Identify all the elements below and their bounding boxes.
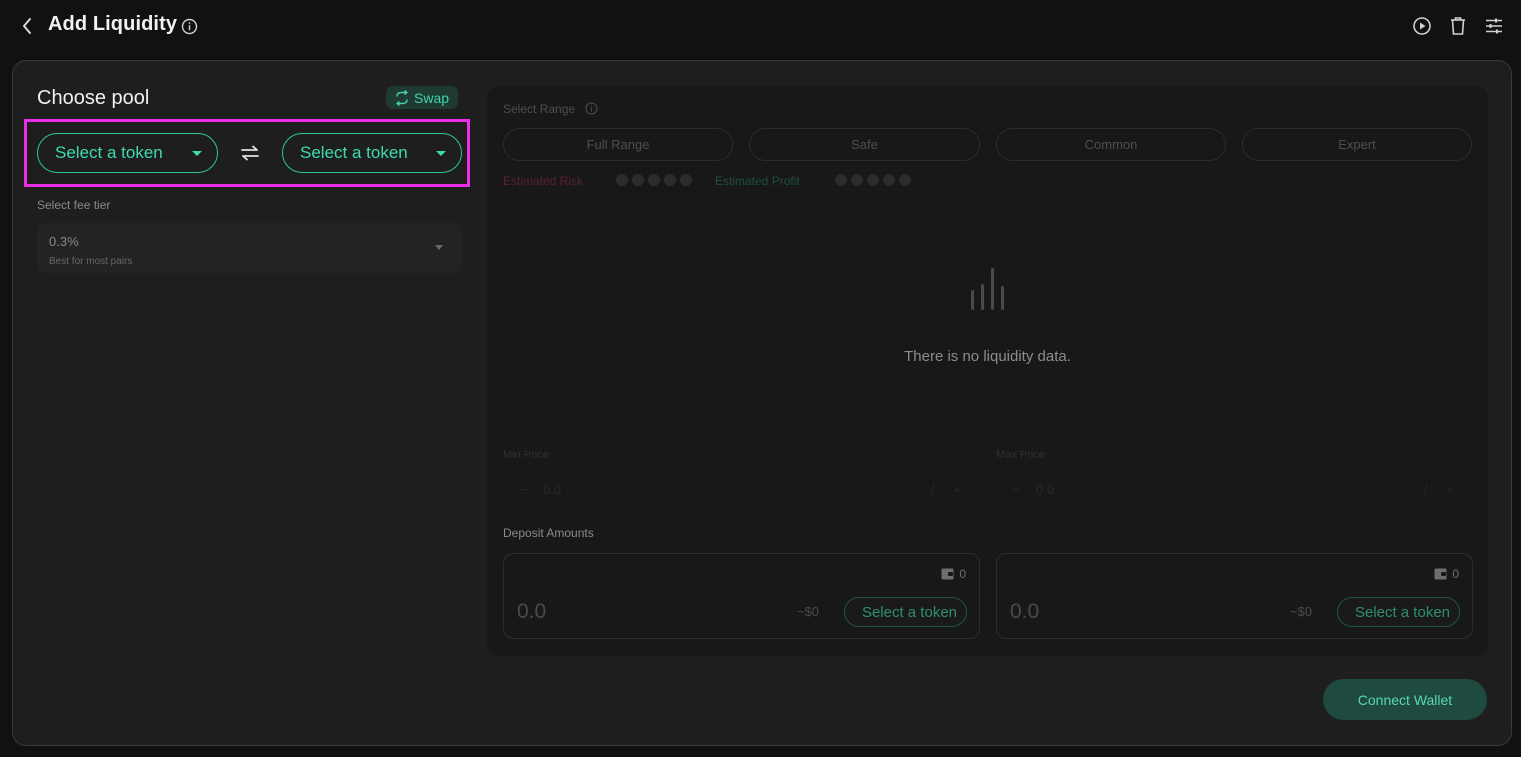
- price-divider: /: [1424, 482, 1428, 497]
- decrement-min-price-button[interactable]: −: [519, 482, 527, 497]
- token-a-select[interactable]: Select a token: [37, 133, 218, 173]
- select-range-label: Select Range: [503, 102, 576, 116]
- deposit-token-a-select[interactable]: Select a token: [843, 597, 967, 627]
- min-price-row: − 0.0 / +: [503, 482, 979, 500]
- range-safe-button[interactable]: Safe: [749, 128, 980, 161]
- max-price-row: − 0.0 / +: [996, 482, 1472, 500]
- min-price-value[interactable]: 0.0: [543, 482, 561, 497]
- deposit-amount-input[interactable]: 0.0: [517, 600, 546, 624]
- token-b-select[interactable]: Select a token: [282, 133, 462, 173]
- estimated-profit-label: Estimated Profit: [715, 174, 800, 188]
- swap-tokens-icon[interactable]: [239, 143, 261, 163]
- swap-label: Swap: [414, 89, 450, 106]
- delete-button[interactable]: [1447, 14, 1469, 38]
- play-icon: [1413, 17, 1431, 35]
- deposit-amounts-label: Deposit Amounts: [503, 526, 594, 540]
- range-full-button[interactable]: Full Range: [503, 128, 733, 161]
- risk-rating: [616, 174, 692, 186]
- increment-min-price-button[interactable]: +: [953, 482, 961, 497]
- caret-down-icon: [435, 245, 443, 250]
- range-common-button[interactable]: Common: [996, 128, 1226, 161]
- info-icon[interactable]: [585, 102, 598, 115]
- max-price-label: Max Price: [996, 449, 1045, 461]
- profit-rating: [835, 174, 911, 186]
- increment-max-price-button[interactable]: +: [1446, 482, 1454, 497]
- wallet-balance: 0: [1434, 567, 1459, 581]
- info-icon[interactable]: [181, 18, 198, 35]
- wallet-balance-value: 0: [1452, 567, 1459, 581]
- back-button[interactable]: [16, 15, 38, 37]
- bar-chart-icon: [971, 268, 1004, 310]
- deposit-usd-value: ~$0: [796, 604, 819, 619]
- wallet-balance: 0: [941, 567, 966, 581]
- caret-down-icon: [436, 151, 446, 156]
- range-panel: Select Range Full Range Safe Common Expe…: [487, 86, 1488, 656]
- deposit-box-b: 0 0.0 ~$0 Select a token: [996, 553, 1473, 639]
- back-icon: [23, 18, 31, 34]
- deposit-token-b-select[interactable]: Select a token: [1336, 597, 1460, 627]
- wallet-icon: [941, 568, 954, 580]
- deposit-box-a: 0 0.0 ~$0 Select a token: [503, 553, 980, 639]
- token-a-label: Select a token: [55, 143, 163, 162]
- estimated-risk-label: Estimated Risk: [503, 174, 584, 188]
- choose-pool-title: Choose pool: [37, 87, 150, 109]
- page-title: Add Liquidity: [48, 13, 178, 35]
- wallet-icon: [1434, 568, 1447, 580]
- deposit-usd-value: ~$0: [1289, 604, 1312, 619]
- swap-button[interactable]: Swap: [386, 86, 459, 109]
- fee-tier-label: Select fee tier: [37, 198, 111, 212]
- price-divider: /: [931, 482, 935, 497]
- wallet-balance-value: 0: [959, 567, 966, 581]
- swap-cycle-icon: [396, 89, 408, 106]
- top-bar: Add Liquidity: [0, 0, 1521, 54]
- settings-sliders-icon: [1486, 18, 1502, 34]
- no-liquidity-message: There is no liquidity data.: [904, 348, 1071, 365]
- play-button[interactable]: [1411, 14, 1433, 38]
- add-liquidity-card: Choose pool Swap Select a token Select a…: [12, 60, 1512, 746]
- top-actions: [1411, 14, 1505, 38]
- min-price-label: Min Price: [503, 449, 549, 461]
- fee-description: Best for most pairs: [49, 256, 133, 267]
- range-expert-button[interactable]: Expert: [1242, 128, 1472, 161]
- connect-wallet-button[interactable]: Connect Wallet: [1323, 679, 1487, 720]
- token-b-label: Select a token: [300, 143, 408, 162]
- decrement-max-price-button[interactable]: −: [1012, 482, 1020, 497]
- fee-value: 0.3%: [49, 234, 79, 249]
- max-price-value[interactable]: 0.0: [1036, 482, 1054, 497]
- fee-tier-select[interactable]: 0.3% Best for most pairs: [37, 223, 462, 273]
- deposit-amount-input[interactable]: 0.0: [1010, 600, 1039, 624]
- caret-down-icon: [192, 151, 202, 156]
- settings-button[interactable]: [1483, 14, 1505, 38]
- trash-icon: [1451, 17, 1465, 35]
